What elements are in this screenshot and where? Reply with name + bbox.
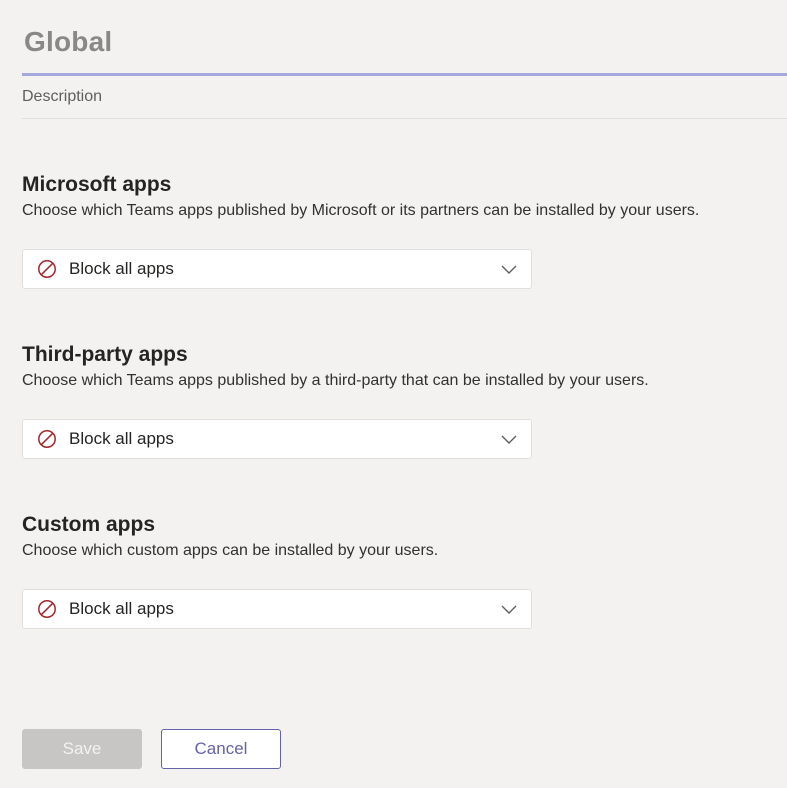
policy-editor: Global Description Microsoft apps Choose…: [22, 0, 787, 788]
save-button[interactable]: Save: [22, 729, 142, 769]
third-party-apps-dropdown[interactable]: Block all apps: [22, 419, 532, 459]
section-description: Choose which Teams apps published by a t…: [22, 372, 649, 389]
block-icon: [38, 600, 56, 618]
block-icon: [38, 430, 56, 448]
chevron-down-icon: [501, 435, 517, 444]
cancel-button[interactable]: Cancel: [161, 729, 281, 769]
dropdown-value: Block all apps: [69, 259, 174, 278]
section-description: Choose which custom apps can be installe…: [22, 542, 439, 559]
policy-name[interactable]: Global: [24, 26, 112, 58]
block-icon: [38, 260, 56, 278]
section-heading: Third-party apps: [22, 343, 188, 366]
description-field[interactable]: Description: [22, 78, 787, 119]
section-third-party-apps: Third-party apps Choose which Teams apps…: [22, 342, 787, 391]
chevron-down-icon: [501, 605, 517, 614]
microsoft-apps-dropdown[interactable]: Block all apps: [22, 249, 532, 289]
chevron-down-icon: [501, 265, 517, 274]
description-placeholder[interactable]: Description: [22, 88, 102, 106]
section-custom-apps: Custom apps Choose which custom apps can…: [22, 512, 787, 561]
dropdown-value: Block all apps: [69, 599, 174, 618]
section-description: Choose which Teams apps published by Mic…: [22, 202, 700, 219]
section-microsoft-apps: Microsoft apps Choose which Teams apps p…: [22, 172, 787, 221]
section-heading: Custom apps: [22, 513, 156, 536]
dropdown-value: Block all apps: [69, 429, 174, 448]
section-heading: Microsoft apps: [22, 173, 172, 196]
policy-name-field[interactable]: Global: [22, 20, 787, 76]
custom-apps-dropdown[interactable]: Block all apps: [22, 589, 532, 629]
